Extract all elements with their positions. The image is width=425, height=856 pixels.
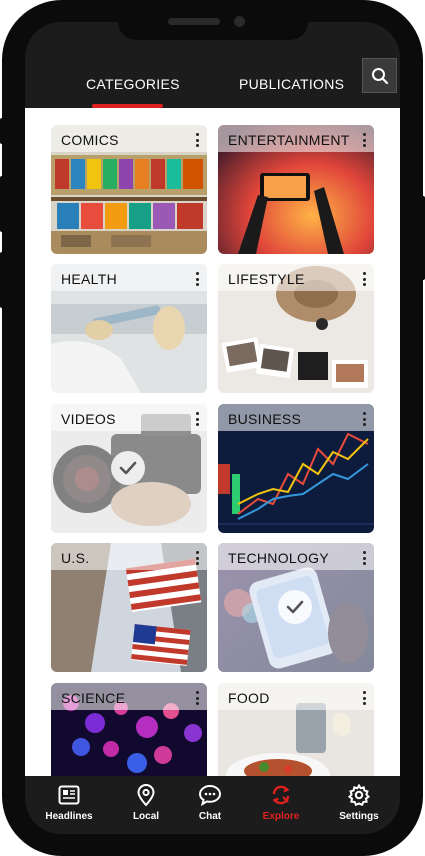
nav-settings[interactable]: Settings — [324, 784, 394, 822]
category-card-lifestyle[interactable]: LIFESTYLE — [218, 264, 374, 393]
more-options-icon[interactable] — [195, 551, 199, 565]
card-label: FOOD — [228, 690, 270, 706]
more-options-icon[interactable] — [362, 272, 366, 286]
more-options-icon[interactable] — [195, 133, 199, 147]
gear-icon — [348, 784, 370, 806]
category-card-entertainment[interactable]: ENTERTAINMENT — [218, 125, 374, 254]
side-button — [421, 196, 425, 280]
front-camera — [234, 16, 245, 27]
more-options-icon[interactable] — [362, 412, 366, 426]
nav-headlines[interactable]: Headlines — [34, 784, 104, 822]
speaker — [168, 18, 220, 25]
category-card-science[interactable]: SCIENCE — [51, 683, 207, 776]
screen: CATEGORIES PUBLICATIONS COMICS ENTERTAIN… — [25, 22, 400, 834]
chat-bubble-icon — [198, 784, 222, 806]
card-label: BUSINESS — [228, 411, 302, 427]
category-card-health[interactable]: HEALTH — [51, 264, 207, 393]
newspaper-icon — [58, 785, 80, 805]
category-card-technology[interactable]: TECHNOLOGY — [218, 543, 374, 672]
more-options-icon[interactable] — [362, 691, 366, 705]
nav-label: Headlines — [45, 811, 93, 822]
checkmark-icon — [111, 451, 145, 485]
nav-label: Settings — [339, 811, 379, 822]
card-label: ENTERTAINMENT — [228, 132, 350, 148]
card-label: COMICS — [61, 132, 119, 148]
card-label: LIFESTYLE — [228, 271, 305, 287]
card-label: TECHNOLOGY — [228, 550, 330, 566]
side-button — [0, 176, 4, 232]
more-options-icon[interactable] — [362, 551, 366, 565]
nav-chat[interactable]: Chat — [175, 784, 245, 822]
nav-label: Chat — [198, 811, 222, 822]
search-icon — [371, 67, 388, 84]
nav-label: Explore — [262, 811, 300, 822]
location-pin-icon — [137, 784, 155, 806]
category-card-videos[interactable]: VIDEOS — [51, 404, 207, 533]
side-button — [0, 252, 4, 308]
more-options-icon[interactable] — [195, 412, 199, 426]
nav-local[interactable]: Local — [111, 784, 181, 822]
category-card-business[interactable]: BUSINESS — [218, 404, 374, 533]
category-grid: COMICS ENTERTAINMENT HEALTH LIFESTYLE VI… — [25, 108, 400, 776]
card-label: SCIENCE — [61, 690, 126, 706]
category-card-us[interactable]: U.S. — [51, 543, 207, 672]
nav-label: Local — [132, 811, 160, 822]
card-label: HEALTH — [61, 271, 117, 287]
bottom-navigation: Headlines Local Chat Explore Settings — [25, 776, 400, 834]
card-label: U.S. — [61, 550, 90, 566]
more-options-icon[interactable] — [362, 133, 366, 147]
search-button[interactable] — [362, 58, 397, 93]
more-options-icon[interactable] — [195, 691, 199, 705]
side-button — [0, 118, 4, 144]
tab-publications[interactable]: PUBLICATIONS — [239, 76, 344, 92]
card-label: VIDEOS — [61, 411, 116, 427]
category-card-food[interactable]: FOOD — [218, 683, 374, 776]
tab-categories[interactable]: CATEGORIES — [86, 76, 180, 92]
category-card-comics[interactable]: COMICS — [51, 125, 207, 254]
explore-refresh-icon — [272, 785, 290, 805]
checkmark-icon — [278, 590, 312, 624]
more-options-icon[interactable] — [195, 272, 199, 286]
nav-explore[interactable]: Explore — [246, 784, 316, 822]
